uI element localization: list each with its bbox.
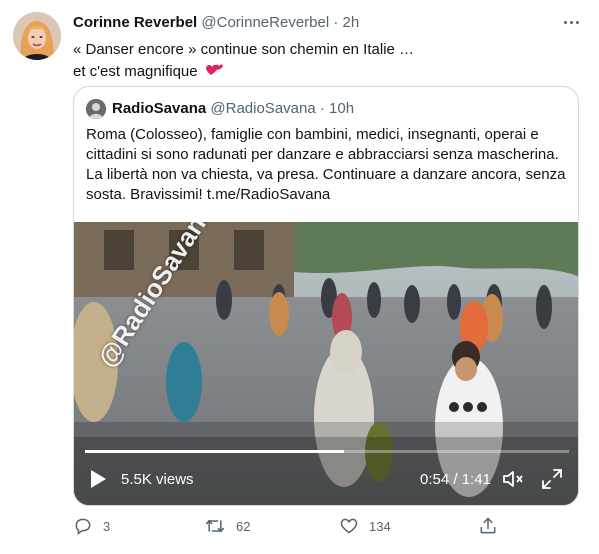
tweet-text: « Danser encore » continue son chemin en… bbox=[73, 40, 414, 84]
author-avatar[interactable] bbox=[13, 12, 61, 60]
reply-icon bbox=[73, 516, 93, 536]
like-button[interactable]: 134 bbox=[339, 515, 391, 537]
volume-icon[interactable] bbox=[501, 467, 525, 491]
author-handle[interactable]: @CorinneReverbel bbox=[201, 14, 329, 31]
like-count: 134 bbox=[369, 518, 391, 534]
reply-count: 3 bbox=[103, 518, 111, 534]
more-options-icon[interactable] bbox=[560, 14, 582, 30]
share-button[interactable] bbox=[478, 515, 498, 537]
video-player[interactable]: @RadioSavana 5.5K views 0:54 / 1:41 bbox=[74, 222, 578, 505]
quoted-timestamp[interactable]: 10h bbox=[329, 100, 354, 117]
video-progress-bar[interactable] bbox=[85, 450, 569, 453]
video-progress-fill bbox=[85, 450, 344, 453]
quoted-author-name[interactable]: RadioSavana bbox=[112, 100, 206, 117]
video-view-count: 5.5K views bbox=[121, 471, 194, 488]
quoted-tweet[interactable]: RadioSavana @RadioSavana · 10h Roma (Col… bbox=[73, 86, 579, 506]
quoted-text-line: La libertà non va chiesta, va presa. Con… bbox=[86, 166, 566, 183]
retweet-button[interactable]: 62 bbox=[204, 515, 250, 537]
two-hearts-emoji bbox=[205, 60, 225, 84]
header-separator: · bbox=[333, 14, 339, 31]
play-icon[interactable] bbox=[88, 468, 108, 490]
tweet-text-line: et c'est magnifique bbox=[73, 63, 198, 80]
tweet-timestamp[interactable]: 2h bbox=[343, 14, 360, 31]
video-controls: 5.5K views 0:54 / 1:41 bbox=[74, 462, 578, 498]
retweet-icon bbox=[204, 516, 226, 536]
quoted-author-handle[interactable]: @RadioSavana bbox=[210, 100, 315, 117]
quoted-tweet-text: Roma (Colosseo), famiglie con bambini, m… bbox=[86, 125, 568, 205]
quoted-text-line: Roma (Colosseo), famiglie con bambini, m… bbox=[86, 126, 539, 143]
fullscreen-icon[interactable] bbox=[540, 467, 564, 491]
share-icon bbox=[478, 516, 498, 536]
tweet-actions: 3 62 134 bbox=[73, 515, 533, 537]
quoted-text-line: cittadini si sono radunati per danzare e… bbox=[86, 146, 559, 163]
like-icon bbox=[339, 516, 359, 536]
quoted-tweet-header: RadioSavana @RadioSavana · 10h bbox=[112, 100, 354, 117]
tweet-header: Corinne Reverbel @CorinneReverbel · 2h bbox=[73, 14, 359, 31]
quoted-header-separator: · bbox=[319, 100, 325, 117]
quoted-author-avatar[interactable] bbox=[86, 99, 106, 119]
video-timer: 0:54 / 1:41 bbox=[420, 471, 491, 488]
tweet[interactable]: Corinne Reverbel @CorinneReverbel · 2h «… bbox=[0, 0, 599, 554]
retweet-count: 62 bbox=[236, 518, 251, 534]
quoted-text-line[interactable]: sosta. Bravissimi! t.me/RadioSavana bbox=[86, 185, 568, 205]
author-name[interactable]: Corinne Reverbel bbox=[73, 14, 197, 31]
reply-button[interactable]: 3 bbox=[73, 515, 110, 537]
tweet-text-line: « Danser encore » continue son chemin en… bbox=[73, 41, 415, 58]
